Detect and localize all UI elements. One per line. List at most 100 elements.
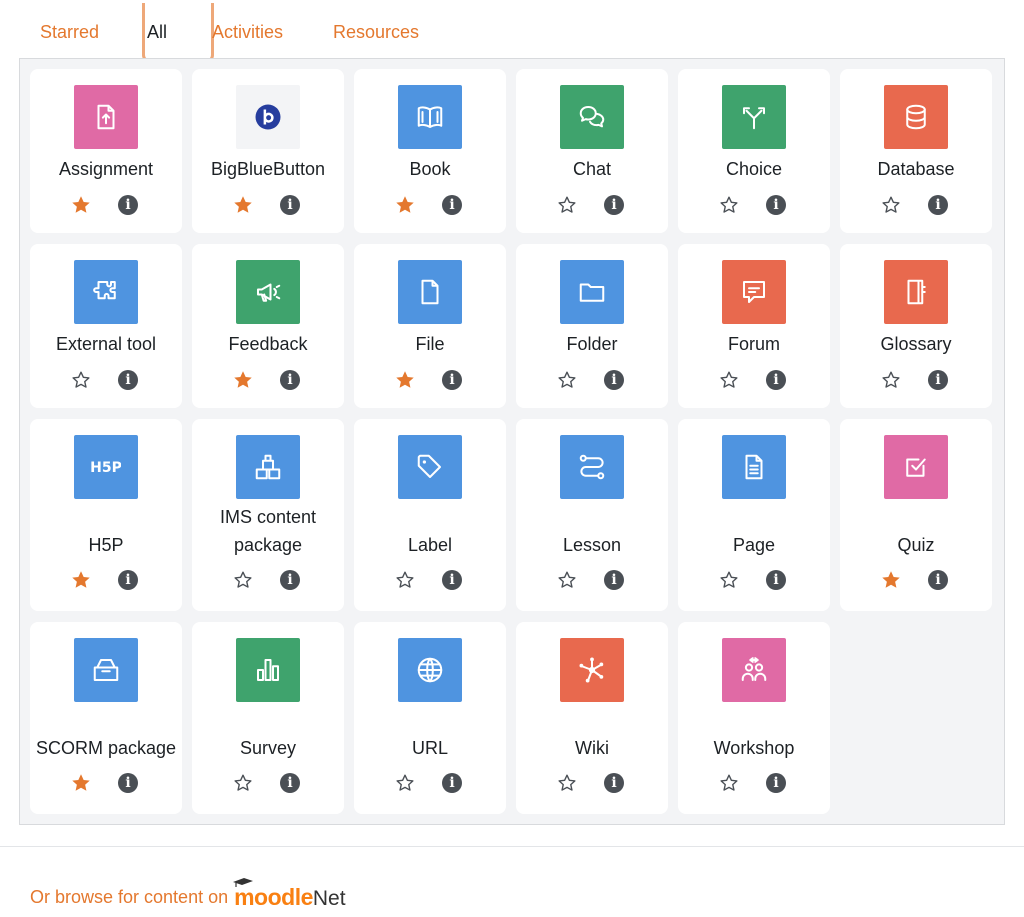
browse-moodlenet-link[interactable]: Or browse for content on <box>30 887 228 908</box>
h5p-icon: H5P <box>74 435 138 499</box>
info-icon[interactable]: i <box>928 370 948 390</box>
quiz-icon <box>884 435 948 499</box>
star-filled-icon[interactable] <box>232 369 254 391</box>
info-icon[interactable]: i <box>280 370 300 390</box>
star-outline-icon[interactable] <box>556 369 578 391</box>
modules-grid: Assignment i BigBlueButton i Book i Chat i Choic… <box>19 58 1005 825</box>
star-filled-icon[interactable] <box>880 569 902 591</box>
module-name: Choice <box>725 159 783 179</box>
database-icon <box>884 85 948 149</box>
module-card-label[interactable]: Label i <box>354 419 506 611</box>
star-outline-icon[interactable] <box>394 569 416 591</box>
info-icon[interactable]: i <box>280 195 300 215</box>
info-icon[interactable]: i <box>118 370 138 390</box>
forum-icon <box>722 260 786 324</box>
star-outline-icon[interactable] <box>718 772 740 794</box>
module-card-assignment[interactable]: Assignment i <box>30 69 182 233</box>
star-outline-icon[interactable] <box>718 569 740 591</box>
star-outline-icon[interactable] <box>880 194 902 216</box>
module-card-chat[interactable]: Chat i <box>516 69 668 233</box>
module-card-external-tool[interactable]: External tool i <box>30 244 182 408</box>
module-card-forum[interactable]: Forum i <box>678 244 830 408</box>
star-outline-icon[interactable] <box>232 772 254 794</box>
moodlenet-logo[interactable]: moodle Net <box>233 878 346 911</box>
module-name: Folder <box>566 334 618 354</box>
module-card-url[interactable]: URL i <box>354 622 506 814</box>
star-outline-icon[interactable] <box>718 194 740 216</box>
module-name: Label <box>407 535 453 555</box>
box-icon <box>74 638 138 702</box>
workshop-icon <box>722 638 786 702</box>
module-name: Survey <box>239 738 297 758</box>
star-outline-icon[interactable] <box>880 369 902 391</box>
star-filled-icon[interactable] <box>70 772 92 794</box>
star-outline-icon[interactable] <box>556 772 578 794</box>
module-card-choice[interactable]: Choice i <box>678 69 830 233</box>
info-icon[interactable]: i <box>442 773 462 793</box>
info-icon[interactable]: i <box>604 570 624 590</box>
info-icon[interactable]: i <box>928 195 948 215</box>
info-icon[interactable]: i <box>766 195 786 215</box>
module-card-feedback[interactable]: Feedback i <box>192 244 344 408</box>
module-name: IMS content package <box>219 507 317 555</box>
module-card-wiki[interactable]: Wiki i <box>516 622 668 814</box>
module-name: Assignment <box>58 159 154 179</box>
module-name: Book <box>409 159 451 179</box>
file-icon <box>398 260 462 324</box>
star-outline-icon[interactable] <box>556 569 578 591</box>
info-icon[interactable]: i <box>766 370 786 390</box>
module-name: Forum <box>727 334 780 354</box>
svg-text:H5P: H5P <box>91 460 121 476</box>
info-icon[interactable]: i <box>604 370 624 390</box>
info-icon[interactable]: i <box>766 773 786 793</box>
info-icon[interactable]: i <box>442 370 462 390</box>
star-filled-icon[interactable] <box>394 194 416 216</box>
star-filled-icon[interactable] <box>70 569 92 591</box>
module-card-bigbluebutton[interactable]: BigBlueButton i <box>192 69 344 233</box>
tab-all[interactable]: All <box>147 22 167 43</box>
module-card-survey[interactable]: Survey i <box>192 622 344 814</box>
module-card-quiz[interactable]: Quiz i <box>840 419 992 611</box>
module-card-scorm-package[interactable]: SCORM package i <box>30 622 182 814</box>
star-outline-icon[interactable] <box>394 772 416 794</box>
info-icon[interactable]: i <box>604 195 624 215</box>
graduation-cap-icon <box>233 878 254 887</box>
info-icon[interactable]: i <box>280 570 300 590</box>
info-icon[interactable]: i <box>766 570 786 590</box>
module-card-ims-content-package[interactable]: IMS content package i <box>192 419 344 611</box>
info-icon[interactable]: i <box>442 195 462 215</box>
module-card-lesson[interactable]: Lesson i <box>516 419 668 611</box>
star-filled-icon[interactable] <box>394 369 416 391</box>
star-filled-icon[interactable] <box>232 194 254 216</box>
module-card-book[interactable]: Book i <box>354 69 506 233</box>
info-icon[interactable]: i <box>928 570 948 590</box>
info-icon[interactable]: i <box>442 570 462 590</box>
info-icon[interactable]: i <box>280 773 300 793</box>
path-icon <box>560 435 624 499</box>
module-card-database[interactable]: Database i <box>840 69 992 233</box>
module-name: Feedback <box>228 334 308 354</box>
tab-activities[interactable]: Activities <box>212 22 283 43</box>
module-name: Page <box>732 535 776 555</box>
info-icon[interactable]: i <box>604 773 624 793</box>
star-outline-icon[interactable] <box>232 569 254 591</box>
info-icon[interactable]: i <box>118 195 138 215</box>
activity-chooser-tabs: Starred All Activities Resources <box>20 0 1005 63</box>
star-outline-icon[interactable] <box>556 194 578 216</box>
star-outline-icon[interactable] <box>718 369 740 391</box>
star-filled-icon[interactable] <box>70 194 92 216</box>
star-outline-icon[interactable] <box>70 369 92 391</box>
tab-starred[interactable]: Starred <box>40 22 99 43</box>
module-card-folder[interactable]: Folder i <box>516 244 668 408</box>
info-icon[interactable]: i <box>118 773 138 793</box>
module-card-workshop[interactable]: Workshop i <box>678 622 830 814</box>
module-name: Chat <box>572 159 612 179</box>
info-icon[interactable]: i <box>118 570 138 590</box>
module-card-glossary[interactable]: Glossary i <box>840 244 992 408</box>
puzzle-icon <box>74 260 138 324</box>
module-name: H5P <box>88 535 124 555</box>
module-card-h5p[interactable]: H5P H5P i <box>30 419 182 611</box>
module-card-page[interactable]: Page i <box>678 419 830 611</box>
tab-resources[interactable]: Resources <box>333 22 419 43</box>
module-card-file[interactable]: File i <box>354 244 506 408</box>
